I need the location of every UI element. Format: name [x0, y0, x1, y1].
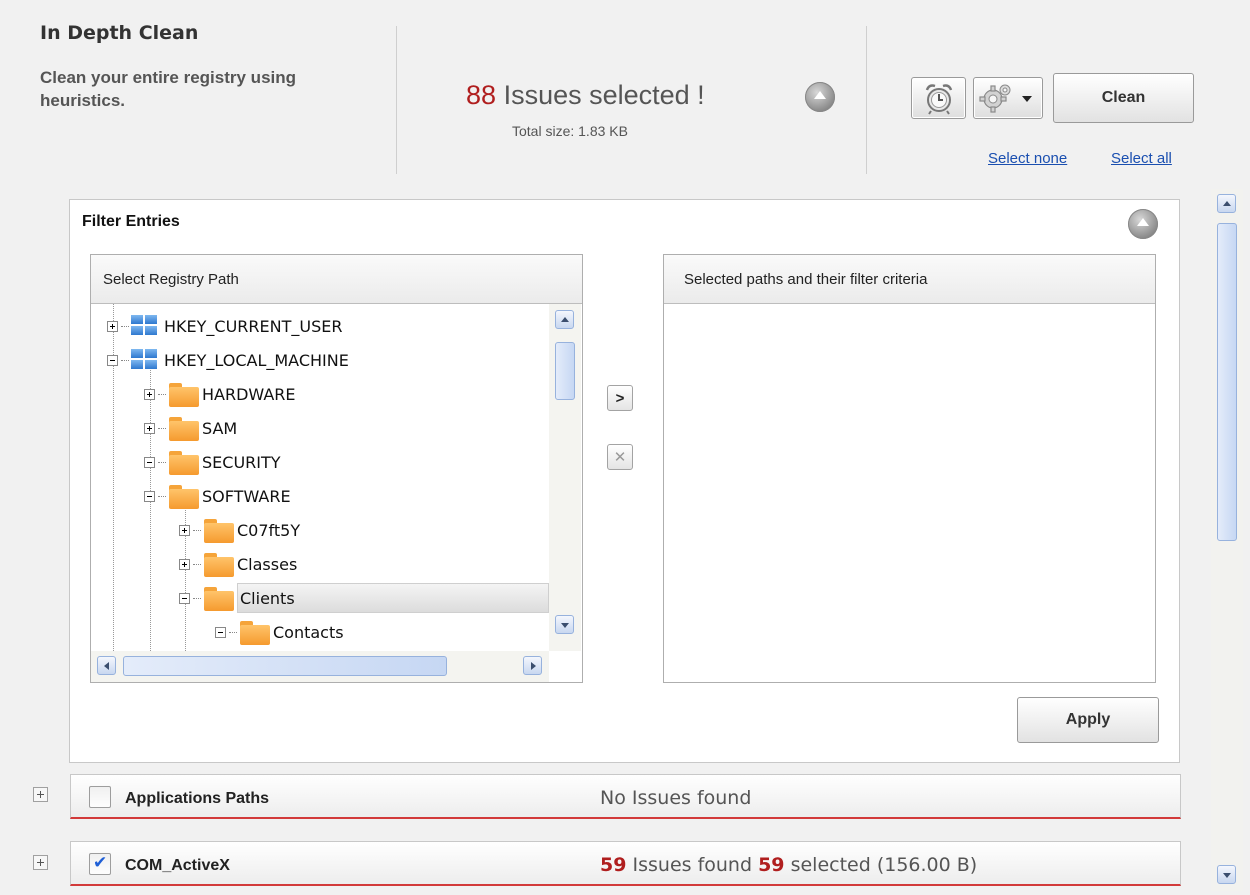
issues-selected-label: selected (156.00 B) — [790, 854, 978, 876]
expand-icon[interactable] — [33, 855, 48, 870]
expand-icon[interactable] — [179, 558, 190, 570]
chevron-down-icon — [1022, 96, 1032, 102]
registry-path-box: Select Registry Path HKEY_CURRENT_USER H… — [90, 254, 583, 683]
folder-icon — [168, 415, 200, 441]
issues-count: 88 — [466, 80, 497, 110]
folder-icon — [168, 483, 200, 509]
scroll-down-button[interactable] — [555, 615, 574, 634]
tree-node-software[interactable]: SOFTWARE — [144, 479, 291, 513]
scroll-thumb[interactable] — [555, 342, 575, 400]
expand-icon[interactable] — [179, 524, 190, 536]
collapse-node-icon[interactable] — [107, 354, 118, 366]
expand-icon[interactable] — [144, 388, 155, 400]
registry-hive-icon — [131, 315, 159, 337]
category-checkbox[interactable] — [89, 786, 111, 808]
issues-selected-count: 59 — [758, 854, 785, 876]
issues-found-count: 59 — [600, 854, 627, 876]
registry-path-header: Select Registry Path — [91, 255, 582, 304]
tree-node-label: Classes — [237, 554, 298, 574]
selected-paths-box: Selected paths and their filter criteria — [663, 254, 1156, 683]
collapse-node-icon[interactable] — [144, 490, 155, 502]
page-vertical-scrollbar[interactable] — [1211, 189, 1243, 891]
divider — [866, 26, 867, 174]
divider — [396, 26, 397, 174]
category-row[interactable]: Applications Paths No Issues found — [70, 774, 1181, 819]
page-subtitle: Clean your entire registry using heurist… — [40, 68, 297, 110]
tree-node-clients[interactable]: Clients — [179, 581, 549, 615]
collapse-node-icon[interactable] — [179, 592, 190, 604]
collapse-node-icon[interactable] — [215, 626, 226, 638]
tree-node-contacts[interactable]: Contacts — [215, 615, 344, 649]
clean-button[interactable]: Clean — [1053, 73, 1194, 123]
category-row[interactable]: COM_ActiveX 59 Issues found 59 selected … — [70, 841, 1181, 886]
folder-icon — [203, 585, 235, 611]
tree-node-hklm[interactable]: HKEY_LOCAL_MACHINE — [107, 343, 349, 377]
select-none-link[interactable]: Select none — [988, 150, 1067, 167]
scroll-thumb[interactable] — [1217, 223, 1237, 541]
tree-node-hardware[interactable]: HARDWARE — [144, 377, 296, 411]
tree-node-classes[interactable]: Classes — [179, 547, 297, 581]
alarm-clock-icon — [925, 84, 953, 115]
category-status: 59 Issues found 59 selected (156.00 B) — [600, 854, 977, 876]
registry-hive-icon — [131, 349, 159, 371]
collapse-icon[interactable] — [1128, 209, 1158, 239]
folder-icon — [203, 517, 235, 543]
total-size: Total size: 1.83 KB — [512, 123, 628, 139]
schedule-button[interactable] — [911, 77, 966, 119]
issues-label: Issues selected ! — [503, 80, 705, 110]
collapse-node-icon[interactable] — [144, 456, 155, 468]
scroll-up-button[interactable] — [555, 310, 574, 329]
folder-icon — [168, 449, 200, 475]
tree-node-label: HKEY_CURRENT_USER — [164, 316, 343, 336]
tree-node-label: SAM — [202, 418, 238, 438]
tree-node-c07ft5y[interactable]: C07ft5Y — [179, 513, 300, 547]
folder-icon — [168, 381, 200, 407]
issues-summary: 88 Issues selected ! — [466, 80, 705, 111]
tree-node-label: C07ft5Y — [237, 520, 301, 540]
scroll-up-button[interactable] — [1217, 194, 1236, 213]
expand-icon[interactable] — [33, 787, 48, 802]
select-all-link[interactable]: Select all — [1111, 150, 1172, 167]
scroll-down-button[interactable] — [1217, 865, 1236, 884]
selected-paths-header: Selected paths and their filter criteria — [664, 255, 1155, 304]
tree-node-label: SOFTWARE — [202, 486, 291, 506]
tree-node-label: HKEY_LOCAL_MACHINE — [164, 350, 349, 370]
page-title: In Depth Clean — [40, 22, 199, 44]
tree-node-sam[interactable]: SAM — [144, 411, 237, 445]
scroll-thumb[interactable] — [123, 656, 447, 676]
tree-node-hkcu[interactable]: HKEY_CURRENT_USER — [107, 309, 342, 343]
tree-vertical-scrollbar[interactable] — [549, 304, 581, 651]
category-status: No Issues found — [600, 787, 752, 809]
add-path-button[interactable]: > — [607, 385, 633, 411]
scroll-right-button[interactable] — [523, 656, 542, 675]
expand-icon[interactable] — [107, 320, 118, 332]
collapse-icon[interactable] — [805, 82, 835, 112]
category-checkbox[interactable] — [89, 853, 111, 875]
apply-button[interactable]: Apply — [1017, 697, 1159, 743]
tree-node-label: Clients — [237, 583, 549, 613]
folder-icon — [203, 551, 235, 577]
issues-found-label: Issues found — [632, 854, 753, 876]
scroll-left-button[interactable] — [97, 656, 116, 675]
tree-node-label: Contacts — [273, 622, 344, 642]
settings-dropdown-button[interactable] — [973, 77, 1043, 119]
tree-node-security[interactable]: SECURITY — [144, 445, 281, 479]
expand-icon[interactable] — [144, 422, 155, 434]
registry-tree: HKEY_CURRENT_USER HKEY_LOCAL_MACHINE HAR… — [91, 304, 549, 651]
gear-icon — [979, 84, 1011, 113]
tree-node-label: HARDWARE — [202, 384, 296, 404]
filter-title: Filter Entries — [82, 213, 180, 230]
remove-path-button[interactable]: ✕ — [607, 444, 633, 470]
tree-node-label: SECURITY — [202, 452, 281, 472]
tree-horizontal-scrollbar[interactable] — [91, 651, 549, 682]
folder-icon — [239, 619, 271, 645]
category-label: COM_ActiveX — [125, 857, 230, 874]
category-label: Applications Paths — [125, 790, 270, 807]
